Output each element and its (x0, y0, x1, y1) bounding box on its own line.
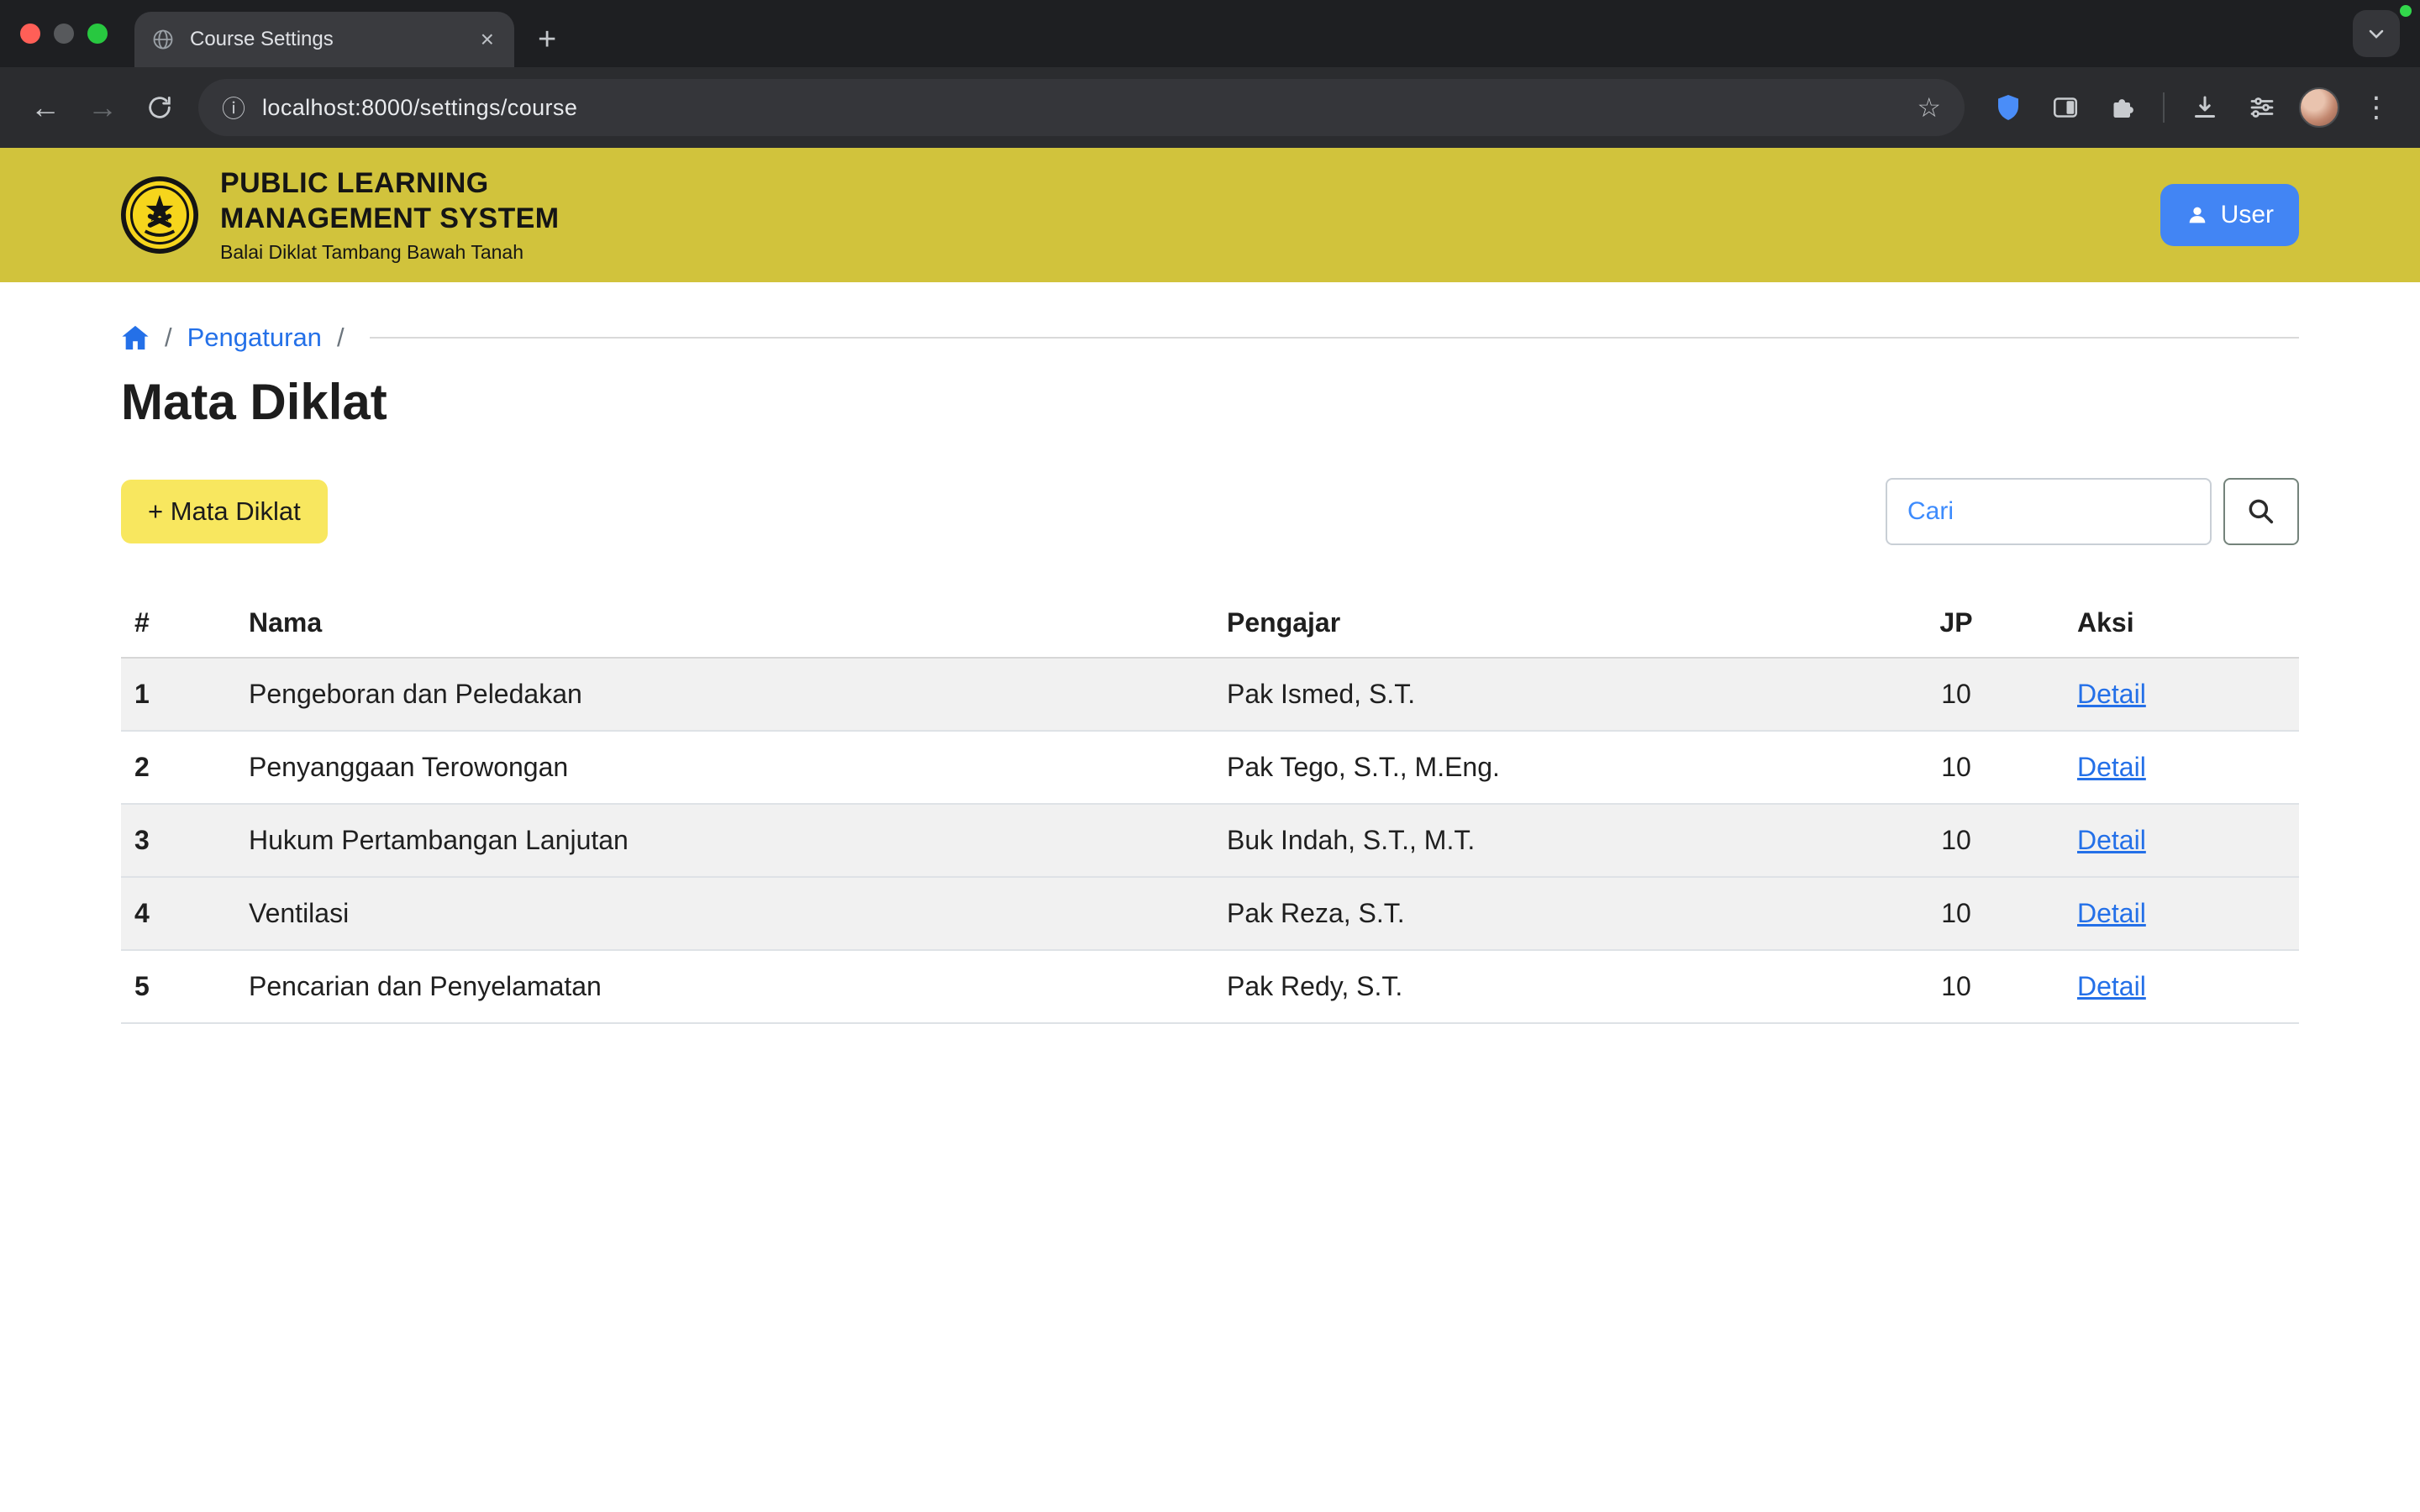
breadcrumb-link-pengaturan[interactable]: Pengaturan (187, 323, 322, 353)
site-header: PUBLIC LEARNING MANAGEMENT SYSTEM Balai … (0, 148, 2420, 282)
ministry-emblem-logo (121, 176, 198, 254)
window-minimize-button[interactable] (54, 24, 74, 44)
toolbar-divider (2163, 92, 2165, 123)
row-number: 3 (121, 804, 235, 877)
window-zoom-button[interactable] (87, 24, 108, 44)
row-number: 4 (121, 877, 235, 950)
reload-icon (145, 93, 174, 122)
detail-link[interactable]: Detail (2077, 971, 2146, 1001)
avatar (2299, 87, 2339, 128)
tab-title: Course Settings (190, 28, 462, 51)
jp-value: 10 (1849, 804, 2064, 877)
aksi-cell: Detail (2064, 950, 2299, 1023)
row-number: 1 (121, 658, 235, 731)
person-icon (2186, 203, 2209, 227)
aksi-cell: Detail (2064, 804, 2299, 877)
table-row: 2 Penyanggaan Terowongan Pak Tego, S.T.,… (121, 731, 2299, 804)
detail-link[interactable]: Detail (2077, 825, 2146, 855)
header-pengajar: Pengajar (1213, 589, 1849, 658)
globe-favicon (151, 28, 175, 51)
toolbar-extensions: ⋮ (1981, 81, 2403, 134)
brand: PUBLIC LEARNING MANAGEMENT SYSTEM Balai … (121, 166, 559, 264)
instructor-name: Buk Indah, S.T., M.T. (1213, 804, 1849, 877)
main-content: / Pengaturan / Mata Diklat + Mata Diklat… (0, 323, 2420, 1024)
search-button[interactable] (2223, 478, 2299, 545)
window-close-button[interactable] (20, 24, 40, 44)
detail-link[interactable]: Detail (2077, 679, 2146, 709)
page-info-icon[interactable]: ⓘ (222, 91, 245, 124)
bookmark-star-icon[interactable]: ☆ (1917, 92, 1941, 123)
browser-tab-strip: Course Settings × + (0, 0, 2420, 67)
user-button[interactable]: User (2160, 184, 2299, 246)
site-title-line1: PUBLIC LEARNING (220, 166, 559, 201)
privacy-shield-icon[interactable] (1981, 81, 2035, 134)
detail-link[interactable]: Detail (2077, 898, 2146, 928)
site-subtitle: Balai Diklat Tambang Bawah Tanah (220, 241, 559, 264)
table-header-row: # Nama Pengajar JP Aksi (121, 589, 2299, 658)
jp-value: 10 (1849, 731, 2064, 804)
new-tab-button[interactable]: + (538, 24, 556, 55)
search-icon (2245, 496, 2277, 528)
table-row: 5 Pencarian dan Penyelamatan Pak Redy, S… (121, 950, 2299, 1023)
chevron-down-icon (2365, 22, 2388, 45)
breadcrumb-rule (370, 337, 2299, 339)
actions-row: + Mata Diklat (121, 478, 2299, 545)
instructor-name: Pak Ismed, S.T. (1213, 658, 1849, 731)
jp-value: 10 (1849, 877, 2064, 950)
tab-search-button[interactable] (2353, 10, 2400, 57)
browser-toolbar: ← → ⓘ localhost:8000/settings/course ☆ (0, 67, 2420, 148)
media-controls-icon[interactable] (2235, 81, 2289, 134)
window-controls (0, 0, 134, 67)
screen: Course Settings × + ← → ⓘ localhost:8000… (0, 0, 2420, 1512)
back-button[interactable]: ← (17, 79, 74, 136)
aksi-cell: Detail (2064, 731, 2299, 804)
user-button-label: User (2221, 201, 2274, 229)
table-row: 1 Pengeboran dan Peledakan Pak Ismed, S.… (121, 658, 2299, 731)
jp-value: 10 (1849, 950, 2064, 1023)
header-aksi: Aksi (2064, 589, 2299, 658)
course-name: Ventilasi (235, 877, 1213, 950)
search-input[interactable] (1886, 478, 2212, 545)
home-icon[interactable] (121, 324, 150, 351)
tab-close-icon[interactable]: × (477, 28, 497, 51)
course-name: Pencarian dan Penyelamatan (235, 950, 1213, 1023)
table-row: 3 Hukum Pertambangan Lanjutan Buk Indah,… (121, 804, 2299, 877)
address-bar[interactable]: ⓘ localhost:8000/settings/course ☆ (198, 79, 1965, 136)
course-name: Hukum Pertambangan Lanjutan (235, 804, 1213, 877)
breadcrumb: / Pengaturan / (121, 323, 2299, 353)
detail-link[interactable]: Detail (2077, 752, 2146, 782)
reload-button[interactable] (131, 79, 188, 136)
url-text[interactable]: localhost:8000/settings/course (262, 95, 1900, 121)
add-mata-diklat-button[interactable]: + Mata Diklat (121, 480, 328, 543)
header-number: # (121, 589, 235, 658)
header-nama: Nama (235, 589, 1213, 658)
instructor-name: Pak Reza, S.T. (1213, 877, 1849, 950)
course-name: Pengeboran dan Peledakan (235, 658, 1213, 731)
aksi-cell: Detail (2064, 658, 2299, 731)
browser-tab[interactable]: Course Settings × (134, 12, 514, 67)
breadcrumb-separator: / (165, 323, 172, 353)
recording-indicator-dot (2400, 5, 2412, 17)
row-number: 2 (121, 731, 235, 804)
header-jp: JP (1849, 589, 2064, 658)
brand-text: PUBLIC LEARNING MANAGEMENT SYSTEM Balai … (220, 166, 559, 264)
course-name: Penyanggaan Terowongan (235, 731, 1213, 804)
row-number: 5 (121, 950, 235, 1023)
site-title-line2: MANAGEMENT SYSTEM (220, 202, 559, 236)
page-title: Mata Diklat (121, 373, 2299, 431)
instructor-name: Pak Tego, S.T., M.Eng. (1213, 731, 1849, 804)
search-group (1886, 478, 2299, 545)
browser-menu-icon[interactable]: ⋮ (2349, 81, 2403, 134)
aksi-cell: Detail (2064, 877, 2299, 950)
profile-avatar[interactable] (2292, 81, 2346, 134)
downloads-icon[interactable] (2178, 81, 2232, 134)
jp-value: 10 (1849, 658, 2064, 731)
instructor-name: Pak Redy, S.T. (1213, 950, 1849, 1023)
courses-table: # Nama Pengajar JP Aksi 1 Pengeboran dan… (121, 589, 2299, 1024)
breadcrumb-separator: / (337, 323, 345, 353)
extensions-puzzle-icon[interactable] (2096, 81, 2149, 134)
side-panel-icon[interactable] (2039, 81, 2092, 134)
table-row: 4 Ventilasi Pak Reza, S.T. 10 Detail (121, 877, 2299, 950)
forward-button[interactable]: → (74, 79, 131, 136)
